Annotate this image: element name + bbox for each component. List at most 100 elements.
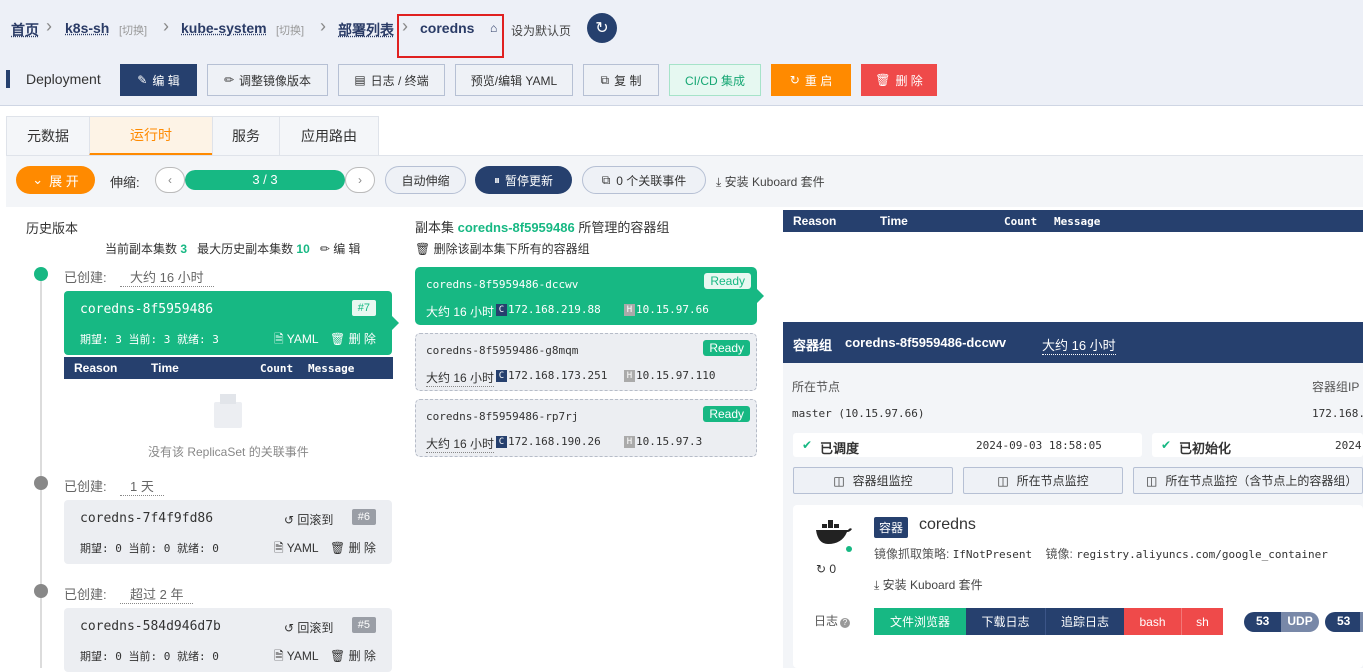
tail-logs-button[interactable]: 追踪日志 <box>1045 608 1124 635</box>
copy-button[interactable]: ⧉ 复 制 <box>583 64 659 96</box>
replicaset-card[interactable]: coredns-584d946d7b ↺ 回滚到 #5 期望: 0 当前: 0 … <box>64 608 392 672</box>
set-default-link[interactable]: 设为默认页 <box>511 22 571 39</box>
pause-update-button[interactable]: ⏸ 暂停更新 <box>475 166 572 194</box>
file-browser-button[interactable]: 文件浏览器 <box>874 608 966 635</box>
delete-all-pods-link[interactable]: 🗑 删除该副本集下所有的容器组 <box>415 240 590 257</box>
pod-ip: C 172.168.219.88 <box>495 303 601 316</box>
replicaset-card-current[interactable]: coredns-8f5959486 #7 期望: 3 当前: 3 就绪: 3 🗎… <box>64 291 392 355</box>
file-icon: 🗎 <box>274 649 284 663</box>
restart-count: ↻ 0 <box>816 562 837 576</box>
yaml-button[interactable]: 预览/编辑 YAML <box>455 64 573 96</box>
pod-name: coredns-8f5959486-g8mqm <box>426 344 579 357</box>
switch-cluster-link[interactable]: [切换] <box>119 22 147 38</box>
scale-down-button[interactable]: ‹ <box>155 167 185 193</box>
resource-kind: Deployment <box>26 71 101 87</box>
home-icon[interactable]: ⌂ <box>490 21 497 35</box>
condition-scheduled: ✔ 已调度 2024-09-03 18:58:05 <box>793 433 1142 457</box>
replicaset-name: coredns-584d946d7b <box>80 619 221 634</box>
created-label: 已创建: <box>64 587 107 602</box>
condition-initialized: ✔ 已初始化 2024 <box>1152 433 1363 457</box>
revision-badge: #7 <box>351 300 376 316</box>
scale-label: 伸缩: <box>110 175 140 190</box>
monitor-icon: ▤ <box>354 73 366 87</box>
container-ip-badge: C <box>496 304 507 316</box>
rollback-link[interactable]: ↺ 回滚到 <box>284 619 333 636</box>
pod-ip: C 172.168.190.26 <box>495 435 601 448</box>
related-events-button[interactable]: ⧉ 0 个关联事件 <box>582 166 706 194</box>
host-ip: H 10.15.97.110 <box>623 369 715 382</box>
install-kuboard-link[interactable]: ⤓ 安装 Kuboard 套件 <box>716 173 825 190</box>
breadcrumb-cluster[interactable]: k8s-sh <box>65 20 109 36</box>
switch-namespace-link[interactable]: [切换] <box>276 22 304 38</box>
yaml-link[interactable]: 🗎 YAML <box>274 647 319 668</box>
pod-ip: C 172.168.173.251 <box>495 369 607 382</box>
tab-services[interactable]: 服务 <box>212 116 280 156</box>
tab-metadata[interactable]: 元数据 <box>6 116 90 156</box>
breadcrumb-list[interactable]: 部署列表 <box>338 20 394 40</box>
delete-link[interactable]: 🗑 删 除 <box>330 330 376 347</box>
cicd-button[interactable]: CI/CD 集成 <box>669 64 761 96</box>
timeline-line <box>40 280 42 668</box>
sh-button[interactable]: sh <box>1181 608 1223 635</box>
node-all-monitor-button[interactable]: ◫ 所在节点监控（含节点上的容器组） <box>1133 467 1363 494</box>
restart-icon: ↻ <box>789 73 800 87</box>
container-tag: 容器 <box>874 517 909 538</box>
created-age: 1 天 <box>120 476 164 496</box>
adjust-image-button[interactable]: ✏ 调整镜像版本 <box>207 64 328 96</box>
breadcrumb-namespace[interactable]: kube-system <box>181 20 267 36</box>
pod-age: 大约 16 小时 <box>426 305 495 319</box>
created-age: 超过 2 年 <box>120 584 194 604</box>
download-logs-button[interactable]: 下载日志 <box>966 608 1045 635</box>
pod-detail-header: 容器组 coredns-8f5959486-dccwv 大约 16 小时 <box>783 322 1363 363</box>
external-icon: ⧉ <box>601 172 611 187</box>
bash-button[interactable]: bash <box>1124 608 1181 635</box>
restart-button[interactable]: ↻ 重 启 <box>771 64 851 96</box>
refresh-button[interactable]: ↻ <box>587 13 617 43</box>
empty-events-text: 没有该 ReplicaSet 的关联事件 <box>148 445 309 459</box>
edit-history-button[interactable]: ✏ 编 辑 <box>320 242 361 256</box>
scale-up-button[interactable]: › <box>345 167 375 193</box>
running-dot <box>846 546 852 552</box>
host-ip-badge: H <box>624 304 635 316</box>
node-label: 所在节点 <box>792 380 841 394</box>
undo-icon: ↺ <box>284 513 295 527</box>
trash-icon: 🗑 <box>330 332 346 346</box>
replica-count: 3 / 3 <box>252 172 278 187</box>
yaml-link[interactable]: 🗎 YAML <box>274 330 319 351</box>
file-icon: 🗎 <box>274 332 284 346</box>
replicaset-stats: 期望: 3 当前: 3 就绪: 3 <box>80 333 219 346</box>
pen-icon: ✏ <box>319 242 330 256</box>
chevron-down-icon: ⌄ <box>32 172 44 187</box>
chevron-right-icon: › <box>320 16 326 36</box>
revision-badge: #5 <box>351 617 376 633</box>
undo-icon: ↺ <box>284 621 295 635</box>
logs-terminal-button[interactable]: ▤ 日志 / 终端 <box>338 64 445 96</box>
delete-link[interactable]: 🗑 删 除 <box>330 647 376 664</box>
replicaset-card[interactable]: coredns-7f4f9fd86 ↺ 回滚到 #6 期望: 0 当前: 0 就… <box>64 500 392 564</box>
expand-button[interactable]: ⌄ 展 开 <box>16 166 95 194</box>
pen-icon: ✏ <box>223 73 235 87</box>
copy-icon: ⧉ <box>600 72 610 87</box>
tab-ingress[interactable]: 应用路由 <box>279 116 379 156</box>
created-age: 大约 16 小时 <box>120 267 214 287</box>
timeline-dot <box>34 584 48 598</box>
node-monitor-button[interactable]: ◫ 所在节点监控 <box>963 467 1123 494</box>
edit-button[interactable]: ✎ 编 辑 <box>120 64 197 96</box>
delete-link[interactable]: 🗑 删 除 <box>330 539 376 556</box>
pod-card-selected[interactable]: coredns-8f5959486-dccwv Ready 大约 16 小时 C… <box>415 267 757 325</box>
help-icon: ? <box>840 618 851 628</box>
revision-badge: #6 <box>351 509 376 525</box>
host-ip-badge: H <box>624 436 635 448</box>
delete-button[interactable]: 🗑 删 除 <box>861 64 937 96</box>
breadcrumb-home[interactable]: 首页 <box>11 20 39 40</box>
tab-runtime[interactable]: 运行时 <box>89 116 213 156</box>
yaml-link[interactable]: 🗎 YAML <box>274 539 319 560</box>
rollback-link[interactable]: ↺ 回滚到 <box>284 511 333 528</box>
pod-status-badge: Ready <box>704 273 751 289</box>
install-kuboard-link[interactable]: ⤓ 安装 Kuboard 套件 <box>874 576 983 593</box>
check-icon: ✔ <box>802 438 813 452</box>
autoscale-button[interactable]: 自动伸缩 <box>385 166 466 194</box>
pod-card[interactable]: coredns-8f5959486-g8mqm Ready 大约 16 小时 C… <box>415 333 757 391</box>
pod-monitor-button[interactable]: ◫ 容器组监控 <box>793 467 953 494</box>
pod-card[interactable]: coredns-8f5959486-rp7rj Ready 大约 16 小时 C… <box>415 399 757 457</box>
